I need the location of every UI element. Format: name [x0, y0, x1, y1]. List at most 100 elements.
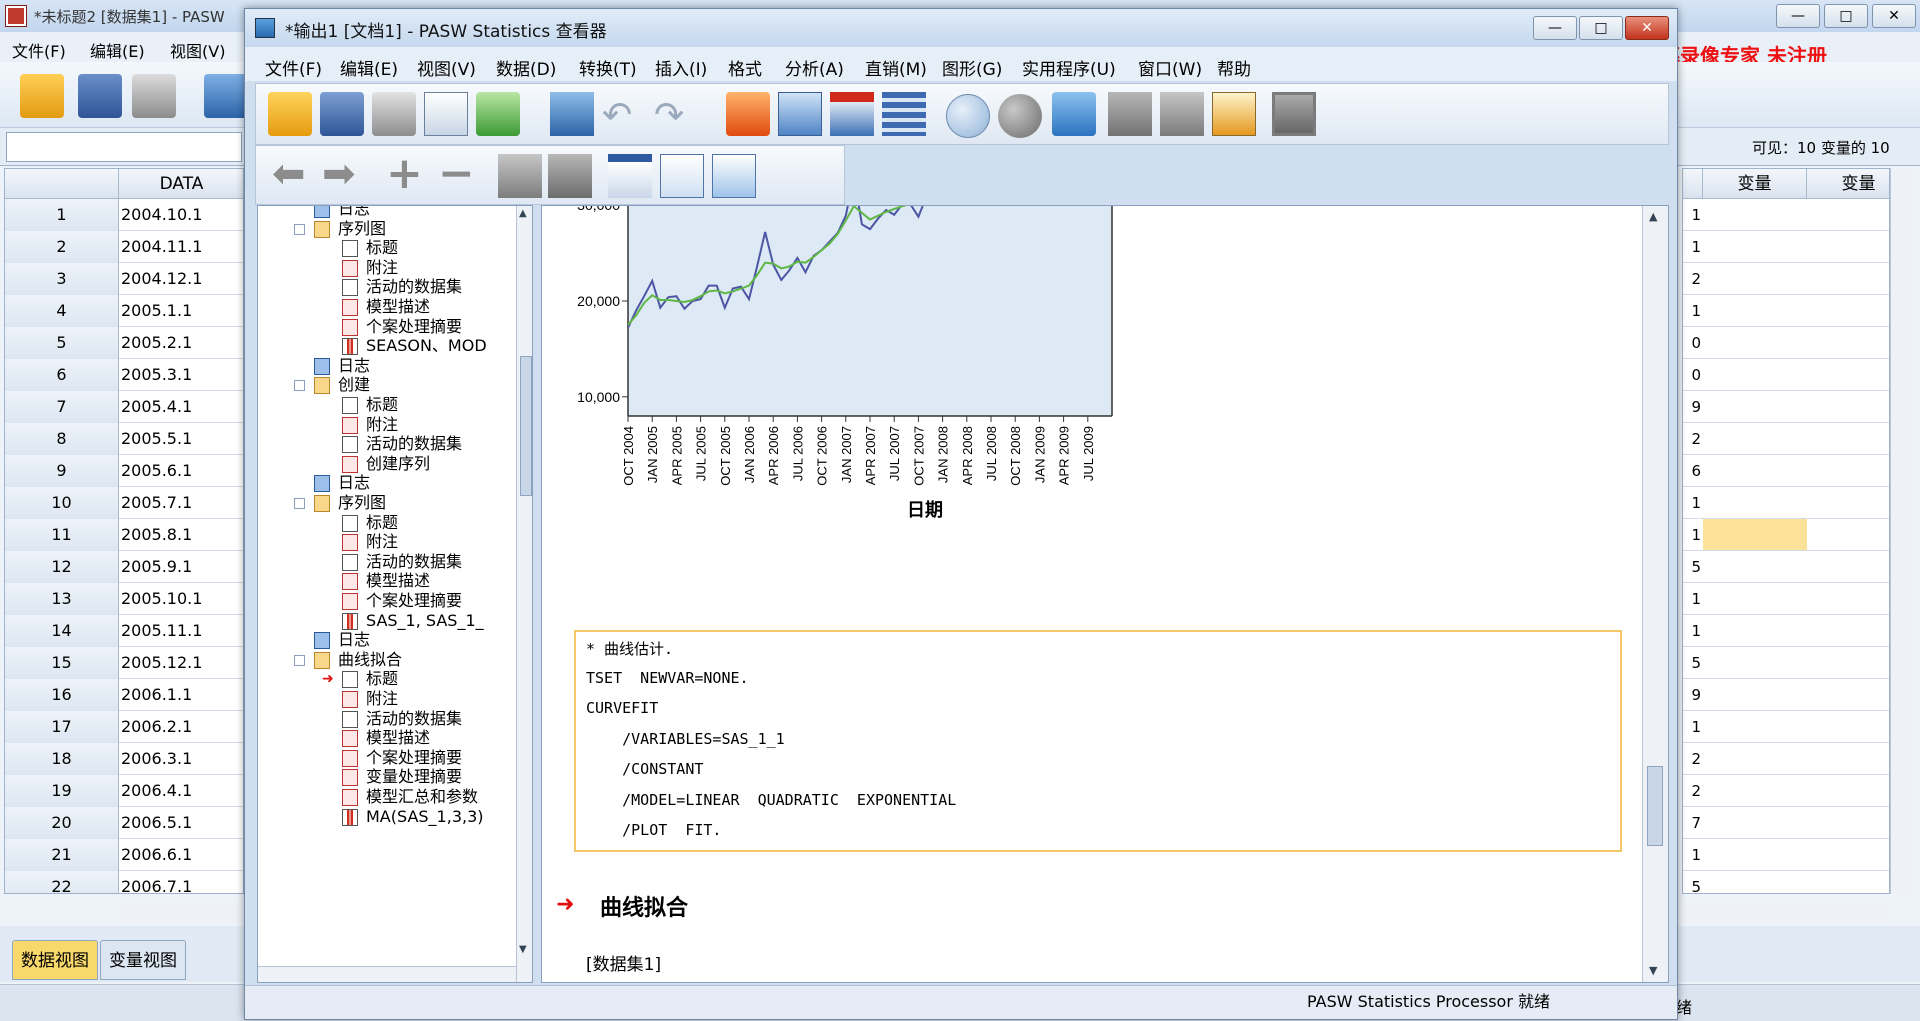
cell-value[interactable]: 1: [1683, 839, 1703, 871]
table-row[interactable]: 1: [1683, 487, 1889, 519]
cell-value[interactable]: 2: [1683, 423, 1703, 455]
date-cell[interactable]: 2005.7.1: [121, 487, 192, 519]
spell-check-icon[interactable]: [1272, 92, 1316, 136]
outline-item[interactable]: SAS_1, SAS_1_: [366, 610, 484, 632]
table-row[interactable]: 16 2006.1.1: [5, 679, 243, 711]
cell-value[interactable]: 9: [1683, 391, 1703, 423]
value-labels-icon[interactable]: [998, 94, 1042, 138]
viewer-maximize-button[interactable]: □: [1579, 16, 1623, 40]
table-row[interactable]: 7: [1683, 807, 1889, 839]
row-number[interactable]: 4: [5, 295, 119, 327]
table-row[interactable]: 1: [1683, 583, 1889, 615]
dialog-recall-icon[interactable]: [204, 74, 248, 118]
show-icon[interactable]: [498, 154, 542, 198]
collapse-toggle-icon[interactable]: [294, 223, 305, 235]
viewer-menu-item[interactable]: 格式: [728, 55, 762, 80]
table-row[interactable]: 22 2006.7.1: [5, 871, 243, 893]
table-row[interactable]: 1: [1683, 231, 1889, 263]
variables-icon[interactable]: [882, 92, 926, 136]
row-number[interactable]: 13: [5, 583, 119, 615]
cell-name-field[interactable]: [6, 132, 242, 162]
cell-value[interactable]: 2: [1683, 775, 1703, 807]
table-row[interactable]: 0: [1683, 359, 1889, 391]
cell-value[interactable]: 2: [1683, 263, 1703, 295]
data-editor-close-button[interactable]: ✕: [1872, 4, 1916, 28]
scroll-up-arrow-icon[interactable]: ▲: [519, 208, 532, 224]
row-number[interactable]: 1: [5, 199, 119, 231]
table-row[interactable]: 8 2005.5.1: [5, 423, 243, 455]
data-grid-vertical-scrollbar[interactable]: [1890, 168, 1912, 894]
date-cell[interactable]: 2004.12.1: [121, 263, 202, 295]
table-row[interactable]: 1: [1683, 839, 1889, 871]
row-number[interactable]: 12: [5, 551, 119, 583]
plot-area[interactable]: [628, 206, 1112, 416]
outline-horizontal-scrollbar[interactable]: [258, 966, 516, 982]
row-number[interactable]: 18: [5, 743, 119, 775]
date-cell[interactable]: 2005.4.1: [121, 391, 192, 423]
promote-icon[interactable]: ⬅: [272, 154, 316, 198]
output-content-pane[interactable]: 30,000 20,000 10,000 OCT 2004 JAN 2005 APR 20…: [541, 205, 1669, 983]
goto-case-icon[interactable]: [778, 92, 822, 136]
table-row[interactable]: 2: [1683, 263, 1889, 295]
table-row[interactable]: 7 2005.4.1: [5, 391, 243, 423]
print-preview-icon[interactable]: [424, 92, 468, 136]
data-editor-menu-view[interactable]: 视图(V): [170, 38, 225, 62]
date-cell[interactable]: 2005.2.1: [121, 327, 192, 359]
date-cell[interactable]: 2005.5.1: [121, 423, 192, 455]
viewer-close-button[interactable]: ✕: [1625, 16, 1669, 40]
save-icon[interactable]: [320, 92, 364, 136]
insert-text-icon[interactable]: [712, 154, 756, 198]
table-row[interactable]: 12 2005.9.1: [5, 551, 243, 583]
content-vertical-scrollbar[interactable]: ▲ ▼: [1642, 206, 1668, 982]
demote-icon[interactable]: ➡: [322, 154, 366, 198]
use-variable-sets-icon[interactable]: [1052, 92, 1096, 136]
data-grid-right[interactable]: 变量 变量 1 1 2 1 0 0 9 2 6 1 1 5 1 1 5 9 1 2 2 7 1 5: [1682, 168, 1890, 894]
row-number[interactable]: 6: [5, 359, 119, 391]
row-number[interactable]: 14: [5, 615, 119, 647]
viewer-menu-item[interactable]: 实用程序(U): [1022, 55, 1116, 80]
dialog-recall-icon[interactable]: [550, 92, 594, 136]
table-row[interactable]: 6: [1683, 455, 1889, 487]
cell-value[interactable]: 1: [1683, 231, 1703, 263]
table-row[interactable]: 0: [1683, 327, 1889, 359]
cell-value[interactable]: 1: [1683, 583, 1703, 615]
cell-value[interactable]: 0: [1683, 359, 1703, 391]
row-number[interactable]: 22: [5, 871, 119, 893]
save-icon[interactable]: [78, 74, 122, 118]
row-number[interactable]: 20: [5, 807, 119, 839]
table-row[interactable]: 17 2006.2.1: [5, 711, 243, 743]
cell-value[interactable]: 2: [1683, 743, 1703, 775]
cell-value[interactable]: 1: [1683, 615, 1703, 647]
date-cell[interactable]: 2005.9.1: [121, 551, 192, 583]
designate-window-icon[interactable]: [1160, 92, 1204, 136]
table-row[interactable]: 20 2006.5.1: [5, 807, 243, 839]
date-cell[interactable]: 2005.11.1: [121, 615, 202, 647]
table-row[interactable]: 9: [1683, 391, 1889, 423]
table-row[interactable]: 9: [1683, 679, 1889, 711]
cell-value[interactable]: 1: [1683, 519, 1703, 551]
date-cell[interactable]: 2005.6.1: [121, 455, 192, 487]
data-grid-hscroll-left[interactable]: [120, 902, 244, 922]
table-row[interactable]: 4 2005.1.1: [5, 295, 243, 327]
viewer-menu-item[interactable]: 转换(T): [579, 55, 637, 80]
show-all-variables-icon[interactable]: [1108, 92, 1152, 136]
tab-variable-view[interactable]: 变量视图: [100, 940, 186, 980]
cell-value[interactable]: 1: [1683, 199, 1703, 231]
row-number[interactable]: 16: [5, 679, 119, 711]
table-row[interactable]: 1: [1683, 711, 1889, 743]
viewer-menu-item[interactable]: 编辑(E): [340, 55, 398, 80]
table-row[interactable]: 14 2005.11.1: [5, 615, 243, 647]
goto-data-icon[interactable]: [726, 92, 770, 136]
print-icon[interactable]: [372, 92, 416, 136]
hide-icon[interactable]: [548, 154, 592, 198]
collapse-toggle-icon[interactable]: [294, 498, 305, 509]
table-row[interactable]: 1 2004.10.1: [5, 199, 243, 231]
outline-pane[interactable]: ▲ ▼ 日志 序列图 标题 附注 活动的数据集 模型描述 个案处理摘要 SEASON、MOD 日…: [257, 205, 533, 983]
table-row[interactable]: 2 2004.11.1: [5, 231, 243, 263]
date-cell[interactable]: 2006.2.1: [121, 711, 192, 743]
column-header-partial[interactable]: [1683, 169, 1703, 199]
viewer-menu-item[interactable]: 视图(V): [417, 55, 476, 80]
table-row[interactable]: 13 2005.10.1: [5, 583, 243, 615]
run-script-icon[interactable]: [1212, 92, 1256, 136]
redo-icon[interactable]: ↷: [654, 96, 698, 140]
